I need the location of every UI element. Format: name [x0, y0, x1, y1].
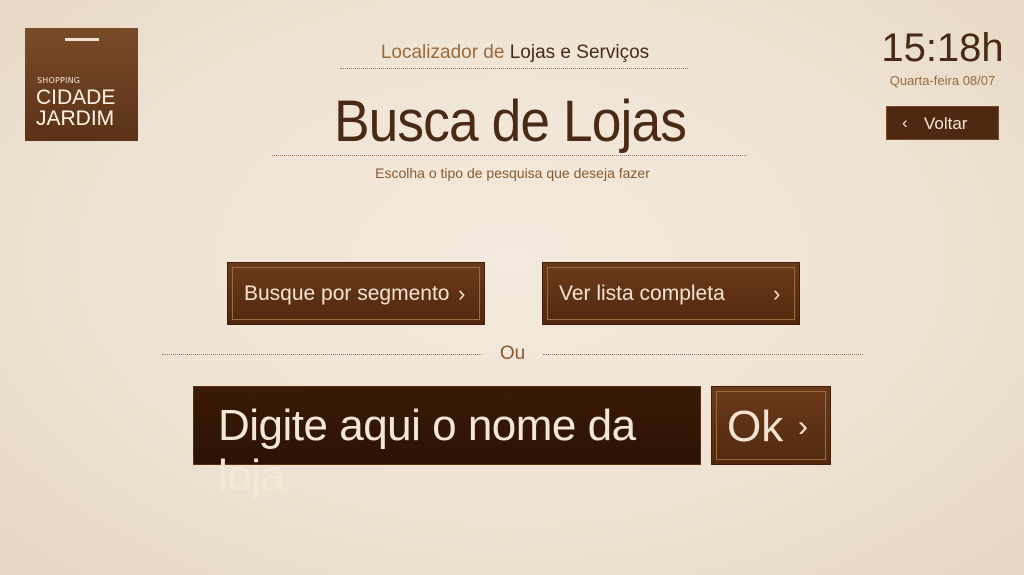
full-list-label: Ver lista completa: [559, 282, 725, 305]
subtitle-suffix: Lojas e Serviços: [509, 42, 650, 63]
search-by-segment-label: Busque por segmento: [244, 282, 450, 305]
subtitle-prefix: Localizador de: [380, 42, 505, 63]
ok-button[interactable]: Ok ›: [711, 386, 831, 465]
ok-button-label: Ok: [727, 402, 784, 451]
full-list-button[interactable]: Ver lista completa ›: [542, 262, 800, 325]
or-divider-left: [162, 354, 482, 355]
logo-line-2: JARDIM: [36, 107, 115, 130]
chevron-left-icon: ‹: [902, 113, 908, 132]
clock-time: 15:18h: [881, 26, 1004, 70]
back-button-label: Voltar: [924, 114, 968, 133]
chevron-right-icon: ›: [458, 281, 466, 306]
logo-line-1: CIDADE: [36, 86, 116, 109]
title-divider: [272, 155, 747, 156]
back-button[interactable]: ‹ Voltar: [886, 106, 999, 140]
or-divider-right: [543, 354, 863, 355]
logo-bar: [65, 38, 99, 41]
instruction-text: Escolha o tipo de pesquisa que deseja fa…: [375, 165, 650, 181]
chevron-right-icon: ›: [798, 410, 808, 443]
logo-main-text: CIDADE JARDIM: [36, 87, 115, 129]
or-separator-text: Ou: [499, 343, 526, 364]
page-title: Busca de Lojas: [333, 89, 687, 154]
store-name-search-input[interactable]: Digite aqui o nome da loja: [193, 386, 701, 500]
chevron-right-icon: ›: [773, 281, 781, 306]
brand-logo: SHOPPING CIDADE JARDIM: [25, 28, 138, 141]
subtitle-divider: [340, 68, 688, 69]
clock-date: Quarta-feira 08/07: [889, 73, 996, 88]
search-by-segment-button[interactable]: Busque por segmento ›: [227, 262, 485, 325]
page-subtitle: Localizador de Lojas e Serviços: [340, 42, 690, 64]
logo-small-text: SHOPPING: [37, 76, 81, 85]
